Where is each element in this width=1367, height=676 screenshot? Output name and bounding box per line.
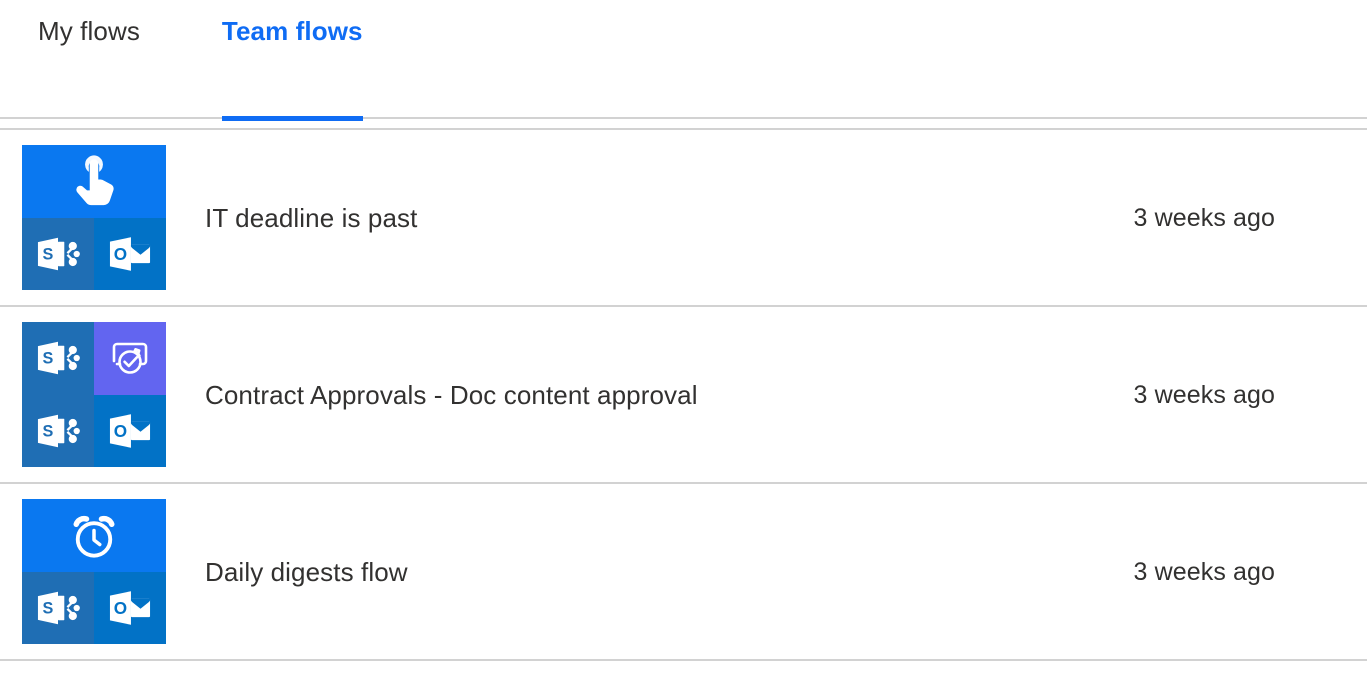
outlook-icon: O (94, 217, 166, 290)
tabbar-spacer (0, 119, 1367, 128)
approvals-icon (94, 322, 166, 395)
svg-text:S: S (43, 350, 54, 368)
flow-list: S O IT deadline is past 3 weeks ago S S … (0, 130, 1367, 661)
tab-team-flows-label: Team flows (221, 15, 363, 46)
tab-my-flows-label: My flows (38, 15, 140, 46)
flow-list-item[interactable]: S O IT deadline is past 3 weeks ago (0, 130, 1367, 307)
sharepoint-icon: S (22, 571, 94, 644)
flow-icon-tile: S O (22, 145, 166, 290)
flow-modified-time: 3 weeks ago (1133, 380, 1275, 409)
flow-modified-time: 3 weeks ago (1133, 203, 1275, 232)
svg-text:S: S (43, 599, 54, 617)
sharepoint-icon: S (22, 217, 94, 290)
sharepoint-icon: S (22, 322, 94, 395)
flows-page: My flows Team flows S O IT deadline is p… (0, 0, 1367, 676)
svg-text:S: S (43, 245, 54, 263)
flow-list-item[interactable]: S O Daily digests flow 3 weeks ago (0, 484, 1367, 661)
tab-team-flows[interactable]: Team flows (221, 0, 363, 121)
flow-list-item[interactable]: S S O Contract Approvals - Doc content a… (0, 307, 1367, 484)
tab-my-flows[interactable]: My flows (38, 0, 140, 119)
flow-name: Contract Approvals - Doc content approva… (205, 379, 698, 410)
tab-team-flows-underline (221, 116, 363, 121)
svg-text:O: O (114, 244, 127, 264)
outlook-icon: O (94, 571, 166, 644)
manual-trigger-icon (22, 145, 166, 218)
svg-text:O: O (114, 598, 127, 618)
sharepoint-icon: S (22, 394, 94, 467)
flow-name: IT deadline is past (205, 202, 418, 233)
flow-icon-tile: S S O (22, 322, 166, 467)
recurrence-clock-icon (22, 499, 166, 572)
svg-text:O: O (114, 421, 127, 441)
flow-name: Daily digests flow (205, 556, 408, 587)
flows-tab-bar: My flows Team flows (0, 0, 1367, 121)
outlook-icon: O (94, 394, 166, 467)
flow-icon-tile: S O (22, 499, 166, 644)
svg-text:S: S (43, 422, 54, 440)
flow-modified-time: 3 weeks ago (1133, 557, 1275, 586)
